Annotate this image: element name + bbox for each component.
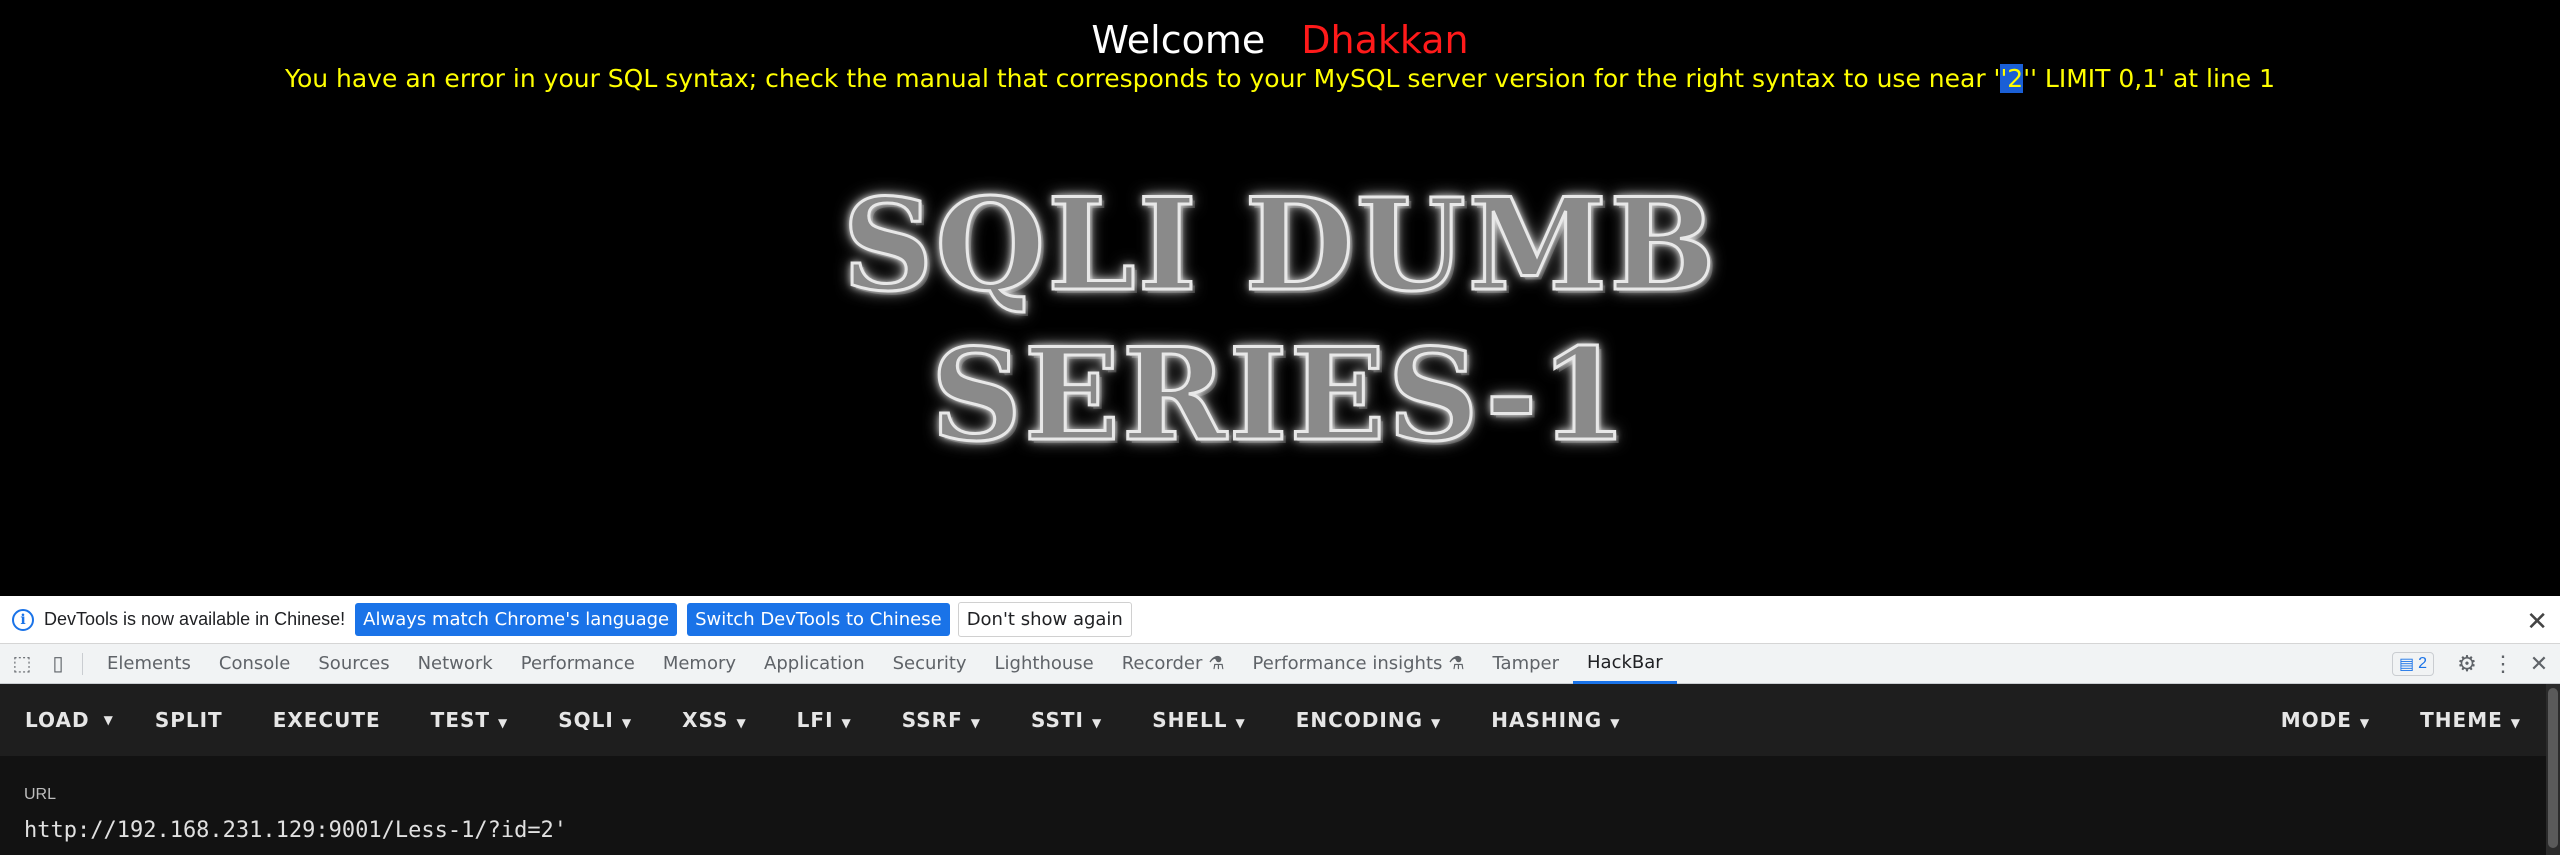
close-devtools-icon[interactable]: ✕ xyxy=(2524,651,2554,677)
url-panel: URL http://192.168.231.129:9001/Less-1/?… xyxy=(0,756,2546,855)
infobar-message: DevTools is now available in Chinese! xyxy=(44,609,346,629)
issues-badge[interactable]: ▤ 2 xyxy=(2391,652,2434,676)
shell-menu[interactable]: SHELL ▼ xyxy=(1127,708,1271,732)
close-icon[interactable]: ✕ xyxy=(2526,606,2548,637)
lfi-menu-label: LFI xyxy=(796,708,834,732)
hashing-menu[interactable]: HASHING ▼ xyxy=(1466,708,1645,732)
xss-menu[interactable]: XSS ▼ xyxy=(657,708,772,732)
theme-menu-label: THEME xyxy=(2420,708,2503,732)
caret-down-icon: ▼ xyxy=(2359,716,2371,730)
language-infobar: i DevTools is now available in Chinese! … xyxy=(0,596,2560,644)
error-prefix: You have an error in your SQL syntax; ch… xyxy=(285,64,2001,93)
tab-elements[interactable]: Elements xyxy=(93,644,205,684)
hashing-menu-label: HASHING xyxy=(1491,708,1603,732)
encoding-menu-label: ENCODING xyxy=(1295,708,1424,732)
tab-performance-insights[interactable]: Performance insights ⚗ xyxy=(1239,644,1479,684)
welcome-line: Welcome Dhakkan xyxy=(0,18,2560,62)
caret-down-icon: ▼ xyxy=(1431,716,1442,730)
scrollbar-thumb[interactable] xyxy=(2548,688,2558,848)
match-language-button[interactable]: Always match Chrome's language xyxy=(355,603,678,636)
tab-recorder-label: Recorder xyxy=(1121,653,1203,674)
shell-menu-label: SHELL xyxy=(1152,708,1228,732)
caret-down-icon: ▼ xyxy=(1610,716,1621,730)
sqli-menu-label: SQLI xyxy=(558,708,614,732)
tab-memory[interactable]: Memory xyxy=(649,644,750,684)
tab-recorder[interactable]: Recorder ⚗ xyxy=(1108,644,1239,684)
ssti-menu[interactable]: SSTI ▼ xyxy=(1006,708,1127,732)
devtools-panel: i DevTools is now available in Chinese! … xyxy=(0,596,2560,855)
caret-down-icon: ▼ xyxy=(1235,716,1246,730)
load-dropdown-icon[interactable]: ▼ xyxy=(104,713,130,727)
test-menu[interactable]: TEST ▼ xyxy=(406,708,534,732)
tab-security[interactable]: Security xyxy=(879,644,981,684)
tab-console[interactable]: Console xyxy=(205,644,304,684)
tab-application[interactable]: Application xyxy=(750,644,879,684)
xss-menu-label: XSS xyxy=(682,708,729,732)
tab-performance-insights-label: Performance insights xyxy=(1252,653,1443,674)
hackbar-toolbar: LOAD ▼ SPLIT EXECUTE TEST ▼ SQLI ▼ XSS ▼ LF… xyxy=(0,684,2546,756)
execute-button[interactable]: EXECUTE xyxy=(248,708,406,732)
sql-error-message: You have an error in your SQL syntax; ch… xyxy=(0,64,2560,93)
ssti-menu-label: SSTI xyxy=(1030,708,1084,732)
hackbar-right-menus: MODE ▼ THEME ▼ xyxy=(2256,708,2546,732)
mode-menu-label: MODE xyxy=(2280,708,2352,732)
split-button[interactable]: SPLIT xyxy=(130,708,248,732)
flask-icon: ⚗ xyxy=(1448,653,1465,674)
web-page: Welcome Dhakkan You have an error in your… xyxy=(0,0,2560,596)
load-button[interactable]: LOAD xyxy=(0,708,104,732)
caret-down-icon: ▼ xyxy=(621,716,633,730)
mode-menu[interactable]: MODE ▼ xyxy=(2256,708,2395,732)
info-icon: i xyxy=(12,608,34,631)
url-input[interactable]: http://192.168.231.129:9001/Less-1/?id=2… xyxy=(24,818,567,843)
welcome-label: Welcome xyxy=(1091,18,1266,62)
caret-down-icon: ▼ xyxy=(498,716,509,730)
devtools-tabbar: ⬚ ▯ Elements Console Sources Network Per… xyxy=(0,644,2560,684)
devtools-right-controls: ▤ 2 ⚙ ⋮ ✕ xyxy=(2391,644,2560,684)
error-highlight[interactable]: '2 xyxy=(2000,64,2024,93)
theme-menu[interactable]: THEME ▼ xyxy=(2395,708,2546,732)
tab-network[interactable]: Network xyxy=(404,644,507,684)
issues-count: 2 xyxy=(2418,655,2427,672)
error-suffix: '' LIMIT 0,1' at line 1 xyxy=(2023,64,2275,93)
flask-icon: ⚗ xyxy=(1208,653,1225,674)
caret-down-icon: ▼ xyxy=(970,716,981,730)
tab-tamper[interactable]: Tamper xyxy=(1479,644,1573,684)
lfi-menu[interactable]: LFI ▼ xyxy=(772,708,877,732)
more-options-icon[interactable]: ⋮ xyxy=(2488,651,2518,677)
banner-image: SQLI DUMB SERIES-1 xyxy=(535,170,2025,471)
tab-lighthouse[interactable]: Lighthouse xyxy=(981,644,1108,684)
tab-hackbar[interactable]: HackBar xyxy=(1573,644,1677,684)
device-toolbar-icon[interactable]: ▯ xyxy=(44,650,72,678)
inspect-element-icon[interactable]: ⬚ xyxy=(8,650,36,678)
caret-down-icon: ▼ xyxy=(1091,716,1103,730)
dont-show-again-button[interactable]: Don't show again xyxy=(957,602,1132,637)
encoding-menu[interactable]: ENCODING ▼ xyxy=(1271,708,1467,732)
test-menu-label: TEST xyxy=(430,708,491,732)
tab-performance[interactable]: Performance xyxy=(507,644,649,684)
ssrf-menu[interactable]: SSRF ▼ xyxy=(877,708,1006,732)
caret-down-icon: ▼ xyxy=(736,716,747,730)
username: Dhakkan xyxy=(1301,18,1469,62)
message-icon: ▤ xyxy=(2398,656,2415,673)
scrollbar[interactable] xyxy=(2546,684,2560,855)
url-label: URL xyxy=(24,786,57,803)
caret-down-icon: ▼ xyxy=(841,716,852,730)
gear-icon[interactable]: ⚙ xyxy=(2452,651,2482,677)
banner-title: SQLI DUMB SERIES-1 xyxy=(841,170,1718,471)
ssrf-menu-label: SSRF xyxy=(901,708,963,732)
caret-down-icon: ▼ xyxy=(2510,716,2521,730)
divider xyxy=(82,652,83,675)
tab-sources[interactable]: Sources xyxy=(304,644,403,684)
sqli-menu[interactable]: SQLI ▼ xyxy=(533,708,657,732)
switch-chinese-button[interactable]: Switch DevTools to Chinese xyxy=(687,603,950,636)
